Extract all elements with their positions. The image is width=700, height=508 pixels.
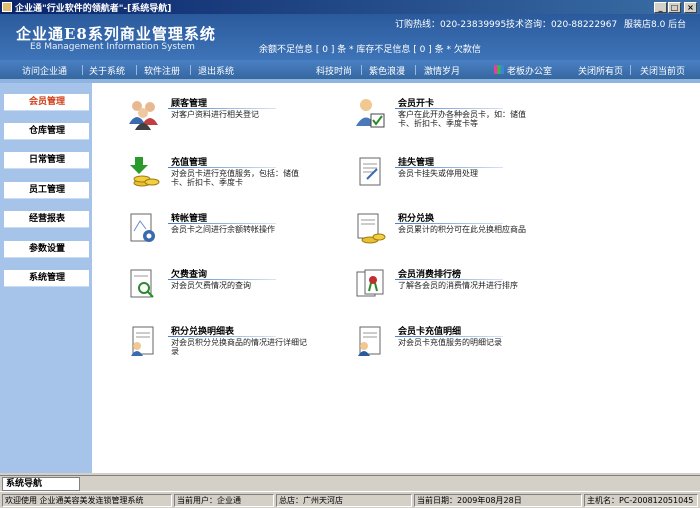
feature-underline	[168, 167, 276, 168]
recharge-detail-icon	[358, 326, 381, 356]
menu-separator	[190, 65, 191, 75]
feature-underline	[168, 108, 276, 109]
status-welcome: 欢迎使用 企业通美容美发连锁管理系统	[2, 494, 172, 507]
feature-desc: 对会员卡进行充值服务，包括：储值卡、折扣卡、季度卡	[171, 169, 299, 187]
feature-desc: 了解各会员的消费情况并进行排序	[398, 281, 518, 290]
feature-desc: 对会员欠费情况的查询	[171, 281, 251, 290]
feature-underline	[395, 223, 503, 224]
feature-underline	[168, 223, 276, 224]
menu-separator	[361, 65, 362, 75]
arrears-query-icon	[130, 269, 154, 298]
alerts-ticker[interactable]: 余额不足信息 [ 0 ] 条 * 库存不足信息 [ 0 ] 条 * 欠款信	[259, 42, 481, 55]
title-bar: 企业通"行业软件的领航者"-[系统导航] _ □ ×	[0, 0, 700, 14]
sidebar-item-warehouse[interactable]: 仓库管理	[4, 123, 89, 140]
feature-underline	[395, 279, 503, 280]
feature-desc: 对会员卡充值服务的明细记录	[398, 338, 502, 347]
app-header: 企业通E8系列商业管理系统 E8 Management Information …	[0, 14, 700, 60]
feature-desc: 对会员积分兑换商品的情况进行详细记录	[171, 338, 307, 356]
page-tabs: 系统导航	[0, 475, 700, 491]
menu-separator	[630, 65, 631, 75]
transfer-icon	[130, 213, 155, 242]
app-subtitle: E8 Management Information System	[30, 42, 195, 52]
recharge-icon	[130, 157, 160, 187]
menu-bar: 访问企业通 关于系统 软件注册 退出系统 科技时尚 紫色浪漫 激情岁月 老板办公…	[0, 60, 700, 79]
feature-points-detail[interactable]: 积分兑换明细表 对会员积分兑换商品的情况进行详细记录	[126, 324, 326, 374]
feature-desc: 会员卡挂失或停用处理	[398, 169, 478, 178]
feature-underline	[395, 108, 503, 109]
app-icon	[2, 2, 12, 12]
feature-report-loss[interactable]: 挂失管理 会员卡挂失或停用处理	[353, 155, 553, 205]
menu-about[interactable]: 关于系统	[89, 64, 125, 77]
feature-desc: 对客户资料进行相关登记	[171, 110, 259, 119]
feature-underline	[168, 336, 276, 337]
feature-underline	[168, 279, 276, 280]
points-detail-icon	[131, 326, 154, 356]
sidebar: 会员管理 仓库管理 日常管理 员工管理 经营报表 参数设置 系统管理	[0, 83, 92, 473]
menu-visit[interactable]: 访问企业通	[22, 64, 67, 77]
ranking-icon	[356, 269, 384, 297]
feature-underline	[395, 167, 503, 168]
window-title: 企业通"行业软件的领航者"-[系统导航]	[15, 3, 172, 14]
feature-panel: 顾客管理 对客户资料进行相关登记 会员开卡 客户在此开办各种会员卡，如：储值卡、…	[92, 83, 700, 473]
status-host: 主机名：PC-200812051045	[584, 494, 698, 507]
sidebar-item-daily[interactable]: 日常管理	[4, 152, 89, 169]
order-hotline: 订购热线：020-23839995	[395, 20, 507, 30]
minimize-button[interactable]: _	[654, 1, 667, 13]
menu-exit[interactable]: 退出系统	[198, 64, 234, 77]
theme-boss-office[interactable]: 老板办公室	[507, 64, 552, 77]
status-store: 总店：广州天河店	[276, 494, 412, 507]
feature-transfer-management[interactable]: 转帐管理 会员卡之间进行余额转帐操作	[126, 211, 326, 261]
sidebar-item-staff[interactable]: 员工管理	[4, 182, 89, 199]
feature-arrears-query[interactable]: 欠费查询 对会员欠费情况的查询	[126, 267, 326, 317]
feature-desc: 会员卡之间进行余额转帐操作	[171, 225, 275, 234]
feature-underline	[395, 336, 503, 337]
feature-member-card-opening[interactable]: 会员开卡 客户在此开办各种会员卡，如：储值卡、折扣卡、季度卡等	[353, 96, 553, 146]
theme-purple[interactable]: 紫色浪漫	[369, 64, 405, 77]
feature-recharge-management[interactable]: 充值管理 对会员卡进行充值服务，包括：储值卡、折扣卡、季度卡	[126, 155, 326, 205]
feature-customer-management[interactable]: 顾客管理 对客户资料进行相关登记	[126, 96, 326, 146]
sidebar-item-reports[interactable]: 经营报表	[4, 211, 89, 228]
feature-desc: 会员累计的积分可在此兑换相应商品	[398, 225, 526, 234]
app-name: 企业通E8系列商业管理系统	[16, 25, 216, 43]
tab-system-navigation[interactable]: 系统导航	[2, 477, 80, 491]
palette-icon	[494, 65, 504, 74]
member-card-icon	[356, 99, 385, 128]
points-exchange-icon	[357, 213, 386, 244]
feature-consumption-ranking[interactable]: 会员消费排行榜 了解各会员的消费情况并进行排序	[353, 267, 553, 317]
menu-separator	[415, 65, 416, 75]
tech-support: 技术咨询：020-88222967	[506, 20, 618, 30]
report-loss-icon	[359, 157, 381, 186]
sidebar-item-settings[interactable]: 参数设置	[4, 241, 89, 258]
menu-separator	[82, 65, 83, 75]
feature-card-recharge-detail[interactable]: 会员卡充值明细 对会员卡充值服务的明细记录	[353, 324, 553, 374]
sidebar-item-system[interactable]: 系统管理	[4, 270, 89, 287]
version-label: 服装店8.0 后台	[624, 20, 687, 30]
theme-tech[interactable]: 科技时尚	[316, 64, 352, 77]
status-bar: 欢迎使用 企业通美容美发连锁管理系统 当前用户：企业通 总店：广州天河店 当前日…	[0, 491, 700, 508]
sidebar-item-member[interactable]: 会员管理	[4, 94, 89, 111]
feature-points-exchange[interactable]: 积分兑换 会员累计的积分可在此兑换相应商品	[353, 211, 553, 261]
maximize-button[interactable]: □	[668, 1, 681, 13]
status-user: 当前用户：企业通	[174, 494, 274, 507]
menu-separator	[136, 65, 137, 75]
feature-desc: 客户在此开办各种会员卡，如：储值卡、折扣卡、季度卡等	[398, 110, 526, 128]
customers-icon	[129, 101, 158, 130]
status-date: 当前日期：2009年08月28日	[414, 494, 582, 507]
close-all-pages[interactable]: 关闭所有页	[578, 64, 623, 77]
menu-register[interactable]: 软件注册	[144, 64, 180, 77]
close-current-page[interactable]: 关闭当前页	[640, 64, 685, 77]
close-button[interactable]: ×	[684, 1, 697, 13]
theme-passion[interactable]: 激情岁月	[424, 64, 460, 77]
